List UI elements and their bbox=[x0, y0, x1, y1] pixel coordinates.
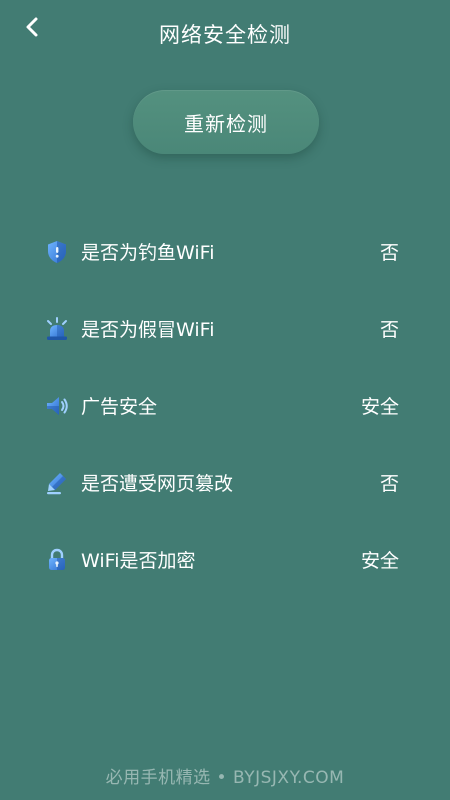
check-item-label: 广告安全 bbox=[81, 396, 158, 418]
check-item-value: 否 bbox=[379, 242, 399, 264]
lock-icon bbox=[44, 547, 70, 573]
check-item-label: WiFi是否加密 bbox=[81, 550, 196, 572]
check-list: 是否为钓鱼WiFi 否 是否为假冒WiFi 否 广告安全 安全 是否遭受网页篡改… bbox=[0, 215, 450, 600]
shield-icon bbox=[44, 239, 70, 265]
check-item-label: 是否为假冒WiFi bbox=[81, 319, 215, 341]
recheck-button[interactable]: 重新检测 bbox=[133, 90, 319, 154]
pen-icon bbox=[44, 470, 70, 496]
watermark: 必用手机精选 • BYJSJXY.COM bbox=[105, 768, 345, 788]
check-item-label: 是否遭受网页篡改 bbox=[81, 473, 234, 495]
speaker-icon bbox=[44, 393, 70, 419]
check-item-value: 否 bbox=[379, 473, 399, 495]
check-item-page-tamper: 是否遭受网页篡改 否 bbox=[0, 446, 450, 523]
check-item-fake-wifi: 是否为假冒WiFi 否 bbox=[0, 292, 450, 369]
check-item-label: 是否为钓鱼WiFi bbox=[81, 242, 215, 264]
check-item-value: 否 bbox=[379, 319, 399, 341]
check-item-value: 安全 bbox=[360, 396, 399, 418]
check-item-wifi-encryption: WiFi是否加密 安全 bbox=[0, 523, 450, 600]
check-item-ad-security: 广告安全 安全 bbox=[0, 369, 450, 446]
alarm-light-icon bbox=[44, 316, 70, 342]
check-item-phishing-wifi: 是否为钓鱼WiFi 否 bbox=[0, 215, 450, 292]
header: 网络安全检测 bbox=[0, 0, 450, 70]
check-item-value: 安全 bbox=[360, 550, 399, 572]
page-title: 网络安全检测 bbox=[159, 23, 291, 47]
